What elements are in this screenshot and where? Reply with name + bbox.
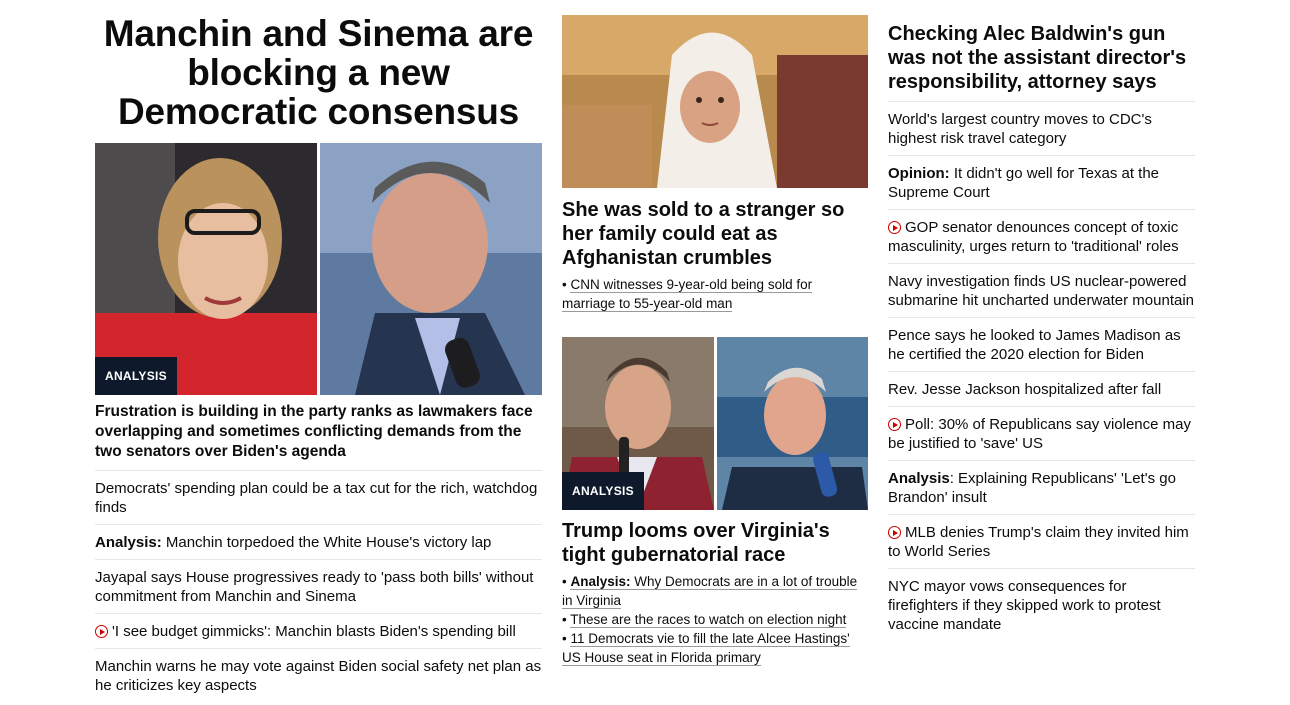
video-play-icon: [888, 526, 901, 539]
video-play-icon: [888, 221, 901, 234]
list-item[interactable]: • Analysis: Why Democrats are in a lot o…: [562, 572, 868, 610]
middle-column: She was sold to a stranger so her family…: [562, 0, 868, 667]
lead-story-column: Manchin and Sinema are blocking a new De…: [95, 0, 542, 702]
video-play-icon: [95, 625, 108, 638]
video-play-icon: [888, 418, 901, 431]
list-item[interactable]: World's largest country moves to CDC's h…: [888, 101, 1195, 155]
lead-headline[interactable]: Manchin and Sinema are blocking a new De…: [95, 14, 542, 131]
list-item[interactable]: Navy investigation finds US nuclear-powe…: [888, 263, 1195, 317]
virginia-headline[interactable]: Trump looms over Virginia's tight gubern…: [562, 519, 868, 567]
list-item[interactable]: Democrats' spending plan could be a tax …: [95, 470, 542, 524]
afghan-bullets: • CNN witnesses 9-year-old being sold fo…: [562, 275, 868, 313]
list-item[interactable]: Manchin warns he may vote against Biden …: [95, 648, 542, 702]
analysis-badge: ANALYSIS: [562, 472, 644, 510]
list-item[interactable]: Opinion: It didn't go well for Texas at …: [888, 155, 1195, 209]
lead-photo[interactable]: ANALYSIS: [95, 143, 542, 395]
right-column: Checking Alec Baldwin's gun was not the …: [888, 0, 1195, 641]
list-item[interactable]: Jayapal says House progressives ready to…: [95, 559, 542, 613]
afghan-photo[interactable]: [562, 15, 868, 188]
list-item[interactable]: Rev. Jesse Jackson hospitalized after fa…: [888, 371, 1195, 406]
list-item[interactable]: Poll: 30% of Republicans say violence ma…: [888, 406, 1195, 460]
list-item[interactable]: • 11 Democrats vie to fill the late Alce…: [562, 629, 868, 667]
list-item[interactable]: Analysis: Manchin torpedoed the White Ho…: [95, 524, 542, 559]
virginia-photo[interactable]: ANALYSIS: [562, 337, 868, 510]
analysis-badge: ANALYSIS: [95, 357, 177, 395]
lead-related-list: Democrats' spending plan could be a tax …: [95, 470, 542, 702]
list-item[interactable]: • These are the races to watch on electi…: [562, 610, 868, 629]
top-stories-list: World's largest country moves to CDC's h…: [888, 101, 1195, 641]
baldwin-headline[interactable]: Checking Alec Baldwin's gun was not the …: [888, 22, 1195, 94]
list-item[interactable]: MLB denies Trump's claim they invited hi…: [888, 514, 1195, 568]
list-item[interactable]: GOP senator denounces concept of toxic m…: [888, 209, 1195, 263]
list-item[interactable]: • CNN witnesses 9-year-old being sold fo…: [562, 275, 868, 313]
afghan-headline[interactable]: She was sold to a stranger so her family…: [562, 198, 868, 270]
lead-subheadline[interactable]: Frustration is building in the party ran…: [95, 402, 542, 462]
virginia-bullets: • Analysis: Why Democrats are in a lot o…: [562, 572, 868, 667]
list-item[interactable]: Pence says he looked to James Madison as…: [888, 317, 1195, 371]
girl-in-headscarf-photo: [562, 15, 868, 188]
list-item[interactable]: 'I see budget gimmicks': Manchin blasts …: [95, 613, 542, 648]
list-item[interactable]: Analysis: Explaining Republicans' 'Let's…: [888, 460, 1195, 514]
list-item[interactable]: NYC mayor vows consequences for firefigh…: [888, 568, 1195, 641]
